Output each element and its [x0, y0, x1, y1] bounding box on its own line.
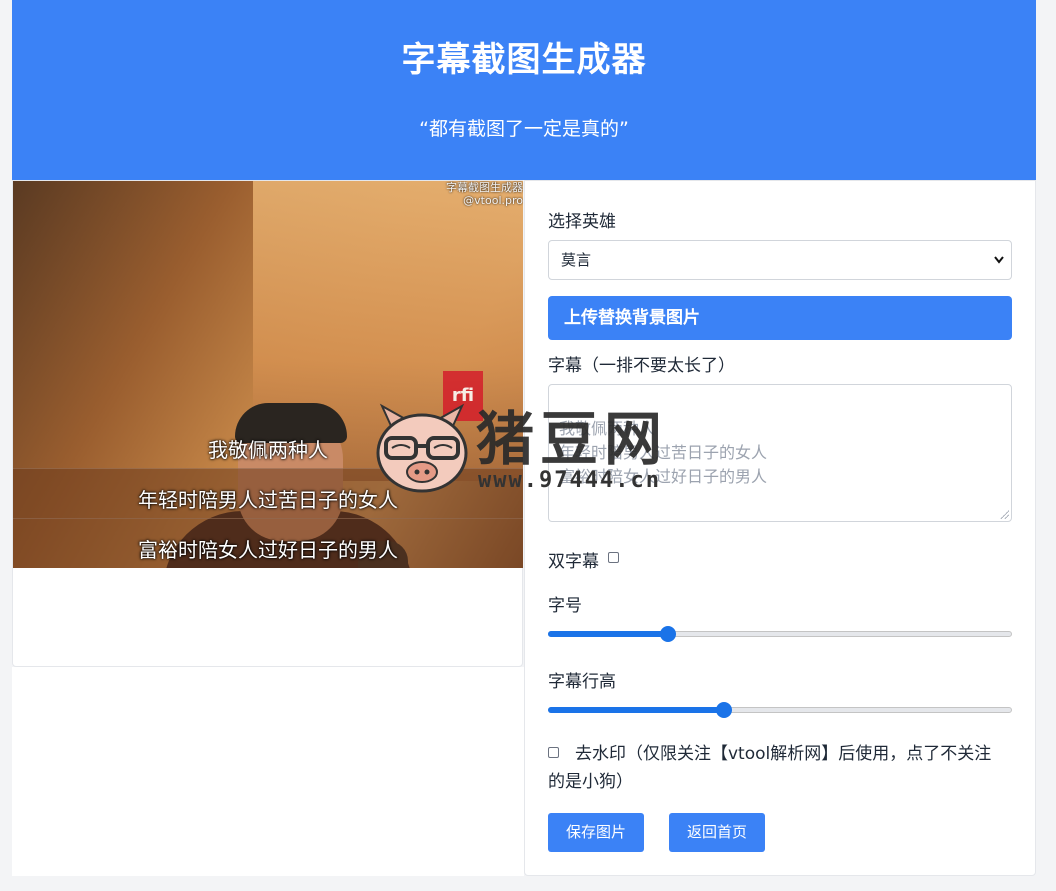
home-button[interactable]: 返回首页 — [669, 813, 765, 852]
double-subtitle-label: 双字幕 — [548, 552, 599, 572]
hero-select[interactable]: 莫言 — [548, 240, 1012, 280]
save-image-button[interactable]: 保存图片 — [548, 813, 644, 852]
subtitle-line-2: 年轻时陪男人过苦日子的女人 — [138, 488, 398, 512]
double-subtitle-checkbox[interactable] — [608, 552, 619, 563]
slider-fill — [548, 631, 668, 637]
hero-label: 选择英雄 — [548, 212, 616, 232]
corner-watermark: 字幕截图生成器 @vtool.pro — [446, 181, 523, 207]
page-header: 字幕截图生成器 “都有截图了一定是真的” — [12, 0, 1036, 180]
subtitle-line-3: 富裕时陪女人过好日子的男人 — [138, 538, 398, 562]
resize-handle-icon[interactable] — [999, 509, 1009, 519]
corner-watermark-handle: @vtool.pro — [463, 194, 523, 207]
subtitle-label: 字幕（一排不要太长了） — [548, 356, 735, 376]
subtitle-line-1: 我敬佩两种人 — [208, 438, 328, 462]
remove-watermark-label: 去水印（仅限关注【vtool解析网】后使用，点了不关注的是小狗） — [548, 744, 992, 792]
slider-fill — [548, 707, 724, 713]
corner-watermark-title: 字幕截图生成器 — [446, 181, 523, 194]
hero-selected-value: 莫言 — [561, 251, 592, 269]
page-title: 字幕截图生成器 — [401, 40, 647, 80]
font-size-label: 字号 — [548, 596, 582, 616]
left-blank-area — [12, 667, 524, 876]
rfi-logo: rfi — [443, 371, 483, 421]
line-height-label: 字幕行高 — [548, 672, 616, 692]
font-size-slider[interactable] — [548, 626, 1012, 642]
line-height-slider[interactable] — [548, 702, 1012, 718]
subtitle-placeholder: 我敬佩两种人 年轻时陪男人过苦日子的女人 富裕时陪女人过好日子的男人 — [559, 419, 768, 486]
page-subtitle: “都有截图了一定是真的” — [419, 118, 629, 140]
subtitle-preview-image: rfi 字幕截图生成器 @vtool.pro 我敬佩两种人 年轻时陪男人过苦日子… — [13, 181, 523, 568]
subtitle-textarea[interactable]: 我敬佩两种人 年轻时陪男人过苦日子的女人 富裕时陪女人过好日子的男人 — [548, 384, 1012, 522]
chevron-down-icon — [993, 241, 1005, 294]
slider-thumb[interactable] — [660, 626, 676, 642]
upload-background-button[interactable]: 上传替换背景图片 — [548, 296, 1012, 340]
slider-thumb[interactable] — [716, 702, 732, 718]
